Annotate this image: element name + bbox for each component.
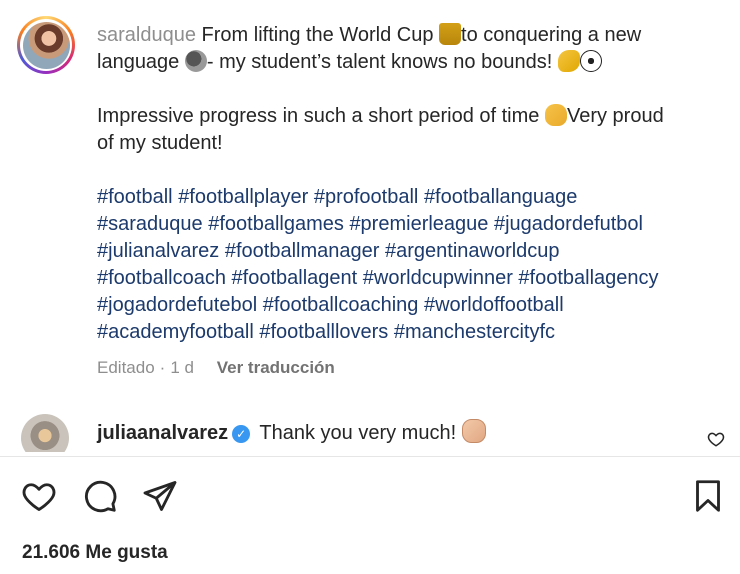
translate-link[interactable]: Ver traducción: [217, 358, 335, 377]
comment-icon[interactable]: [82, 478, 118, 514]
soccer-ball-icon: [579, 50, 602, 72]
post-caption: saralduque From lifting the World Cup to…: [97, 22, 717, 346]
raising-hands-icon: [461, 419, 486, 443]
hashtag-link[interactable]: #footballlovers: [259, 321, 388, 343]
hashtag-link[interactable]: #footballplayer: [178, 186, 308, 208]
hashtag-link[interactable]: #jugadordefutbol: [494, 213, 643, 235]
post-age[interactable]: 1 d: [170, 358, 194, 377]
hashtag-link[interactable]: #footballanguage: [424, 186, 577, 208]
hashtag-list: #football #footballplayer #profootball #…: [97, 184, 717, 346]
likes-count[interactable]: 21.606 Me gusta: [22, 542, 168, 564]
bookmark-icon[interactable]: [690, 478, 726, 514]
commenter-avatar[interactable]: [21, 414, 69, 452]
hashtag-link[interactable]: #footballcoach: [97, 267, 226, 289]
clapping-hands-icon: [544, 104, 567, 126]
edited-label: Editado: [97, 358, 155, 377]
divider: [0, 456, 740, 457]
hashtag-link[interactable]: #jogadordefutebol: [97, 294, 257, 316]
hashtag-link[interactable]: #julianalvarez: [97, 240, 219, 262]
share-icon[interactable]: [142, 478, 178, 514]
post-meta: Editado · 1 d Ver traducción: [97, 358, 335, 377]
hashtag-link[interactable]: #footballmanager: [225, 240, 380, 262]
hashtag-link[interactable]: #footballcoaching: [263, 294, 419, 316]
heart-icon[interactable]: [21, 478, 57, 514]
trophy-icon: [439, 23, 462, 45]
verified-badge-icon: ✓: [232, 425, 251, 443]
hashtag-link[interactable]: #footballagency: [518, 267, 658, 289]
speaking-head-icon: [184, 50, 207, 72]
hashtag-link[interactable]: #argentinaworldcup: [385, 240, 560, 262]
flexed-biceps-icon: [557, 50, 580, 72]
commenter-username[interactable]: juliaanalvarez: [97, 422, 228, 444]
author-username[interactable]: saralduque: [97, 24, 196, 46]
hashtag-link[interactable]: #academyfootball: [97, 321, 254, 343]
instagram-post: saralduque From lifting the World Cup to…: [0, 0, 740, 574]
hashtag-link[interactable]: #manchestercityfc: [394, 321, 555, 343]
author-avatar[interactable]: [17, 16, 75, 74]
hashtag-link[interactable]: #football: [97, 186, 173, 208]
comment-like-heart-icon[interactable]: [707, 430, 725, 448]
hashtag-link[interactable]: #footballgames: [208, 213, 344, 235]
hashtag-link[interactable]: #profootball: [314, 186, 419, 208]
hashtag-link[interactable]: #premierleague: [349, 213, 488, 235]
hashtag-link[interactable]: #worldcupwinner: [363, 267, 513, 289]
comment-text: Thank you very much!: [259, 422, 462, 444]
hashtag-link[interactable]: #saraduque: [97, 213, 203, 235]
hashtag-link[interactable]: #footballagent: [232, 267, 358, 289]
caption-text: From lifting the World Cup: [201, 24, 440, 46]
comment: juliaanalvarez ✓ Thank you very much!: [97, 419, 486, 447]
hashtag-link[interactable]: #worldoffootball: [424, 294, 564, 316]
